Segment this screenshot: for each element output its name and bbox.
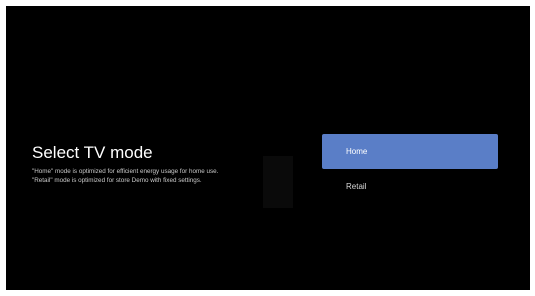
option-retail[interactable]: Retail	[322, 169, 498, 204]
retail-mode-description: "Retail" mode is optimized for store Dem…	[32, 177, 202, 184]
option-home[interactable]: Home	[322, 134, 498, 169]
tv-mode-screen: Select TV mode "Home" mode is optimized …	[6, 6, 530, 290]
page-title: Select TV mode	[32, 143, 153, 162]
background-shadow	[263, 156, 293, 208]
tv-mode-options: Home Retail	[322, 134, 498, 204]
home-mode-description: "Home" mode is optimized for efficient e…	[32, 168, 219, 175]
